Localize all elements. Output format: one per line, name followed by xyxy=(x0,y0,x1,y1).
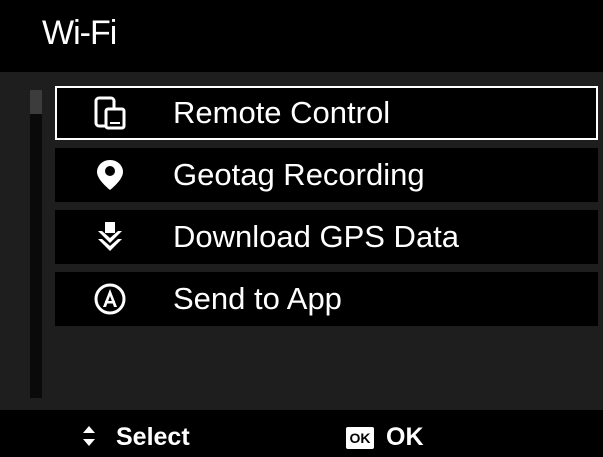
scrollbar-thumb[interactable] xyxy=(30,90,42,114)
scrollbar[interactable] xyxy=(30,90,42,398)
menu-item-label: Download GPS Data xyxy=(173,219,460,254)
select-hint-label: Select xyxy=(116,423,190,451)
location-pin-icon xyxy=(93,158,127,192)
download-arrow-icon xyxy=(93,220,127,254)
header-bar: Wi-Fi xyxy=(0,0,603,72)
page-title: Wi-Fi xyxy=(42,14,117,52)
ok-button-icon: OK xyxy=(346,427,374,449)
menu-item-send-to-app[interactable]: Send to App xyxy=(55,272,598,326)
camera-wifi-menu-screen: Wi-Fi Remote Control Geotag Recording Do… xyxy=(0,0,603,457)
footer-hint-bar: Select OK OK xyxy=(0,410,603,457)
menu-item-label: Send to App xyxy=(173,281,342,316)
menu-item-download-gps-data[interactable]: Download GPS Data xyxy=(55,210,598,264)
menu-item-remote-control[interactable]: Remote Control xyxy=(55,86,598,140)
phone-camera-icon xyxy=(93,96,127,130)
menu-item-label: Geotag Recording xyxy=(173,157,425,192)
ok-hint-label: OK xyxy=(386,423,424,451)
menu-item-label: Remote Control xyxy=(173,95,391,130)
wifi-menu-list: Remote Control Geotag Recording Download… xyxy=(55,86,598,334)
app-circle-icon xyxy=(93,282,127,316)
up-down-arrows-icon xyxy=(82,426,96,446)
menu-item-geotag-recording[interactable]: Geotag Recording xyxy=(55,148,598,202)
